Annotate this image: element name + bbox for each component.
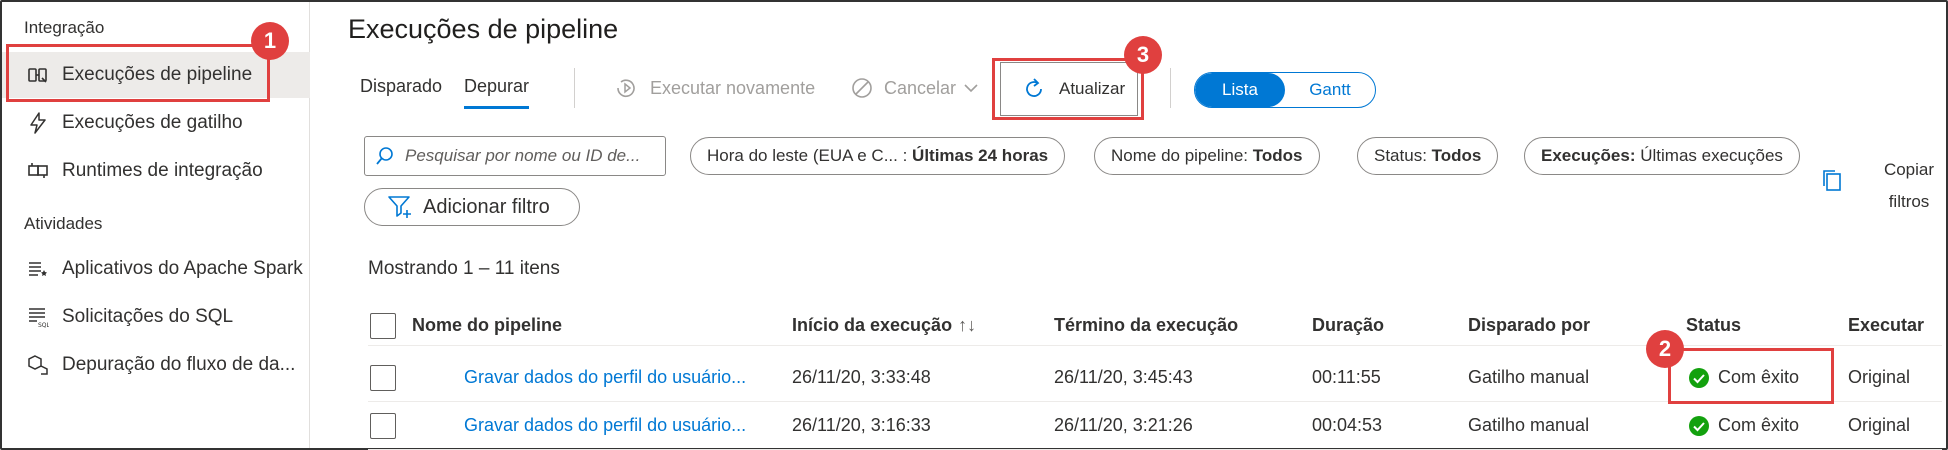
callout-badge-2: 2 bbox=[1646, 330, 1684, 368]
select-all-checkbox[interactable] bbox=[370, 306, 396, 345]
integration-runtime-icon bbox=[24, 160, 52, 182]
items-count: Mostrando 1 – 11 itens bbox=[368, 258, 560, 279]
filter-pill-pipeline-name[interactable]: Nome do pipeline: Todos bbox=[1094, 137, 1320, 175]
run-cell: Original bbox=[1848, 367, 1911, 387]
add-filter-label: Adicionar filtro bbox=[423, 195, 550, 218]
run-start-cell: 26/11/20, 3:33:48 bbox=[792, 367, 931, 387]
rerun-button[interactable]: Executar novamente bbox=[614, 76, 815, 100]
column-header-run[interactable]: Executar bbox=[1848, 306, 1924, 345]
sidebar-item-label: Aplicativos do Apache Spark bbox=[62, 258, 303, 279]
sidebar-item-label: Execuções de gatilho bbox=[62, 112, 243, 133]
table-row[interactable]: Gravar dados do perfil do usuário... 26/… bbox=[368, 402, 1942, 450]
callout-box-2 bbox=[1668, 348, 1834, 404]
trigger-icon bbox=[24, 112, 52, 134]
cancel-button[interactable]: Cancelar bbox=[850, 76, 980, 100]
sidebar-item-spark-apps[interactable]: Aplicativos do Apache Spark bbox=[2, 246, 310, 292]
add-filter-button[interactable]: Adicionar filtro bbox=[364, 188, 580, 226]
filter-value: Todos bbox=[1252, 146, 1303, 165]
filter-key: Status: bbox=[1374, 146, 1427, 165]
filter-pill-time[interactable]: Hora do leste (EUA e C... : Últimas 24 h… bbox=[690, 137, 1066, 175]
cancel-icon bbox=[852, 78, 872, 98]
run-cell: Original bbox=[1848, 415, 1911, 435]
sidebar-item-trigger-runs[interactable]: Execuções de gatilho bbox=[2, 100, 310, 146]
pipeline-name-link[interactable]: Gravar dados do perfil do usuário... bbox=[464, 354, 746, 401]
add-filter-icon bbox=[388, 196, 411, 218]
sql-requests-icon: SQL bbox=[24, 306, 52, 328]
rerun-label: Executar novamente bbox=[650, 77, 816, 98]
callout-badge-1: 1 bbox=[251, 22, 289, 60]
dataflow-debug-icon bbox=[24, 354, 52, 376]
column-header-run-end[interactable]: Término da execução bbox=[1054, 306, 1238, 345]
tab-triggered[interactable]: Disparado bbox=[360, 76, 442, 97]
run-start-cell: 26/11/20, 3:16:33 bbox=[792, 415, 931, 435]
filter-value: Últimas execuções bbox=[1640, 146, 1783, 165]
page-title: Execuções de pipeline bbox=[348, 14, 619, 44]
rerun-icon bbox=[617, 79, 635, 98]
filter-key: Hora do leste (EUA e C... : bbox=[707, 146, 908, 165]
column-header-label: Início da execução bbox=[792, 315, 953, 335]
table-header: Nome do pipeline Início da execução ↑↓ T… bbox=[368, 306, 1942, 346]
triggered-by-cell: Gatilho manual bbox=[1468, 415, 1590, 435]
sidebar-item-label: Depuração do fluxo de da... bbox=[62, 354, 296, 375]
sidebar-section-activities: Atividades bbox=[24, 214, 103, 233]
search-input[interactable]: Pesquisar por nome ou ID de... bbox=[364, 136, 666, 176]
column-header-duration[interactable]: Duração bbox=[1312, 306, 1384, 345]
copy-filters-label-line1: Copiar bbox=[1883, 160, 1935, 179]
row-checkbox[interactable] bbox=[370, 402, 396, 449]
duration-cell: 00:11:55 bbox=[1312, 367, 1381, 387]
status-label: Com êxito bbox=[1718, 415, 1800, 435]
filter-value: Últimas 24 horas bbox=[912, 146, 1049, 165]
sidebar-section-integration: Integração bbox=[24, 18, 105, 37]
duration-cell: 00:04:53 bbox=[1312, 415, 1383, 435]
run-end-cell: 26/11/20, 3:45:43 bbox=[1054, 367, 1193, 387]
callout-badge-3: 3 bbox=[1124, 36, 1162, 74]
success-icon bbox=[1689, 415, 1709, 436]
copy-filters-icon[interactable] bbox=[1820, 168, 1844, 199]
column-header-run-start[interactable]: Início da execução ↑↓ bbox=[792, 306, 976, 345]
sidebar-item-integration-runtimes[interactable]: Runtimes de integração bbox=[2, 148, 310, 194]
status-cell: Com êxito bbox=[1688, 402, 1799, 449]
pipeline-name-link[interactable]: Gravar dados do perfil do usuário... bbox=[464, 402, 746, 449]
sidebar-item-dataflow-debug[interactable]: Depuração do fluxo de da... bbox=[2, 342, 310, 388]
toolbar-divider bbox=[574, 68, 575, 108]
search-placeholder: Pesquisar por nome ou ID de... bbox=[405, 146, 641, 165]
toolbar-divider bbox=[1170, 68, 1171, 108]
row-checkbox[interactable] bbox=[370, 354, 396, 401]
view-toggle: Lista Gantt bbox=[1194, 72, 1376, 108]
tab-debug[interactable]: Depurar bbox=[464, 76, 530, 109]
chevron-down-icon bbox=[964, 84, 978, 93]
svg-text:SQL: SQL bbox=[38, 322, 49, 328]
spark-apps-icon bbox=[24, 258, 52, 280]
cancel-label: Cancelar bbox=[884, 77, 957, 98]
filter-key: Execuções: bbox=[1541, 146, 1636, 165]
view-toggle-gantt[interactable]: Gantt bbox=[1285, 73, 1375, 107]
filter-pill-status[interactable]: Status: Todos bbox=[1357, 137, 1499, 175]
copy-filters-button[interactable]: Copiar filtros bbox=[1872, 154, 1946, 218]
column-header-pipeline-name[interactable]: Nome do pipeline bbox=[412, 306, 562, 345]
filter-value: Todos bbox=[1431, 146, 1482, 165]
column-header-triggered-by[interactable]: Disparado por bbox=[1468, 306, 1590, 345]
filter-pill-runs[interactable]: Execuções: Últimas execuções bbox=[1524, 137, 1800, 175]
run-end-cell: 26/11/20, 3:21:26 bbox=[1054, 415, 1193, 435]
sort-icon[interactable]: ↑↓ bbox=[958, 315, 976, 336]
triggered-by-cell: Gatilho manual bbox=[1468, 367, 1590, 387]
sidebar-item-label: Runtimes de integração bbox=[62, 160, 263, 181]
callout-box-1 bbox=[6, 44, 270, 102]
copy-filters-label-line2: filtros bbox=[1888, 192, 1930, 211]
column-header-status[interactable]: Status bbox=[1686, 306, 1741, 345]
filter-key: Nome do pipeline: bbox=[1111, 146, 1249, 165]
search-icon bbox=[376, 147, 393, 165]
sidebar-item-label: Solicitações do SQL bbox=[62, 306, 234, 327]
sidebar-item-sql-requests[interactable]: SQL Solicitações do SQL bbox=[2, 294, 310, 340]
callout-box-3 bbox=[992, 58, 1144, 120]
view-toggle-list[interactable]: Lista bbox=[1195, 73, 1285, 107]
